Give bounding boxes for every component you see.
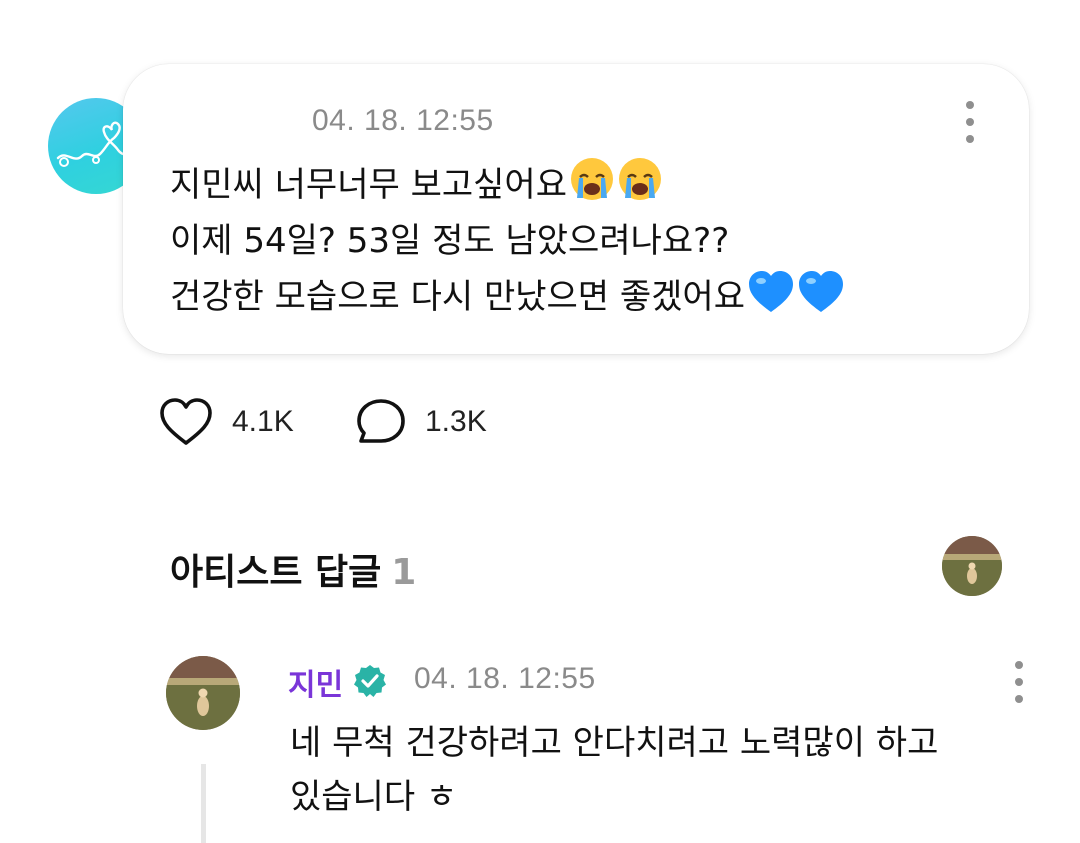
artist-photo-icon (166, 656, 240, 730)
post-line: 지민씨 너무너무 보고싶어요 (170, 156, 990, 213)
post-body: 지민씨 너무너무 보고싶어요 이제 54일? 53일 정도 남았으려나요?? 건… (170, 156, 990, 325)
reply-author-name[interactable]: 지민 (288, 660, 343, 704)
comment-count: 1.3K (425, 405, 487, 438)
artist-replies-label: 아티스트 답글 (170, 552, 382, 593)
blue-heart-icon (799, 271, 843, 312)
reply-author-avatar[interactable] (166, 656, 240, 730)
post-line: 이제 54일? 53일 정도 남았으려나요?? (170, 213, 990, 269)
like-button[interactable]: 4.1K (158, 397, 294, 447)
post-line: 건강한 모습으로 다시 만났으면 좋겠어요 (170, 269, 990, 325)
reply-line: 있습니다 ㅎ (290, 777, 458, 817)
comment-button[interactable]: 1.3K (355, 397, 487, 447)
crying-face-icon (570, 158, 613, 200)
reply-timestamp: 04. 18. 12:55 (414, 662, 596, 695)
post-author-name-redacted (200, 108, 290, 138)
reply-more-options-icon[interactable] (1009, 661, 1029, 703)
artist-replies-count: 1 (391, 552, 417, 593)
reply-line: 네 무척 건강하려고 안다치려고 노력많이 하고 (290, 723, 939, 763)
verified-badge-icon (354, 665, 386, 697)
post-timestamp: 04. 18. 12:55 (312, 104, 494, 137)
post-line-text: 이제 54일? 53일 정도 남았으려나요?? (170, 221, 730, 261)
crying-face-icon (618, 158, 661, 200)
post-line-text: 지민씨 너무너무 보고싶어요 (170, 165, 567, 205)
post-more-options-icon[interactable] (960, 101, 980, 143)
thread-line (201, 764, 206, 843)
artist-replies-title: 아티스트 답글 1 (170, 543, 416, 595)
heart-outline-icon (160, 398, 212, 445)
like-count: 4.1K (232, 405, 294, 438)
artist-avatar-small[interactable] (942, 536, 1002, 596)
comment-bubble-icon (357, 399, 405, 443)
reply-body: 네 무척 건강하려고 안다치려고 노력많이 하고 있습니다 ㅎ (290, 716, 1020, 824)
artist-photo-icon (942, 536, 1002, 596)
post-line-text: 건강한 모습으로 다시 만났으면 좋겠어요 (170, 277, 745, 317)
page: 04. 18. 12:55 지민씨 너무너무 보고싶어요 이제 54일? 53일… (0, 0, 1080, 843)
blue-heart-icon (749, 271, 793, 312)
